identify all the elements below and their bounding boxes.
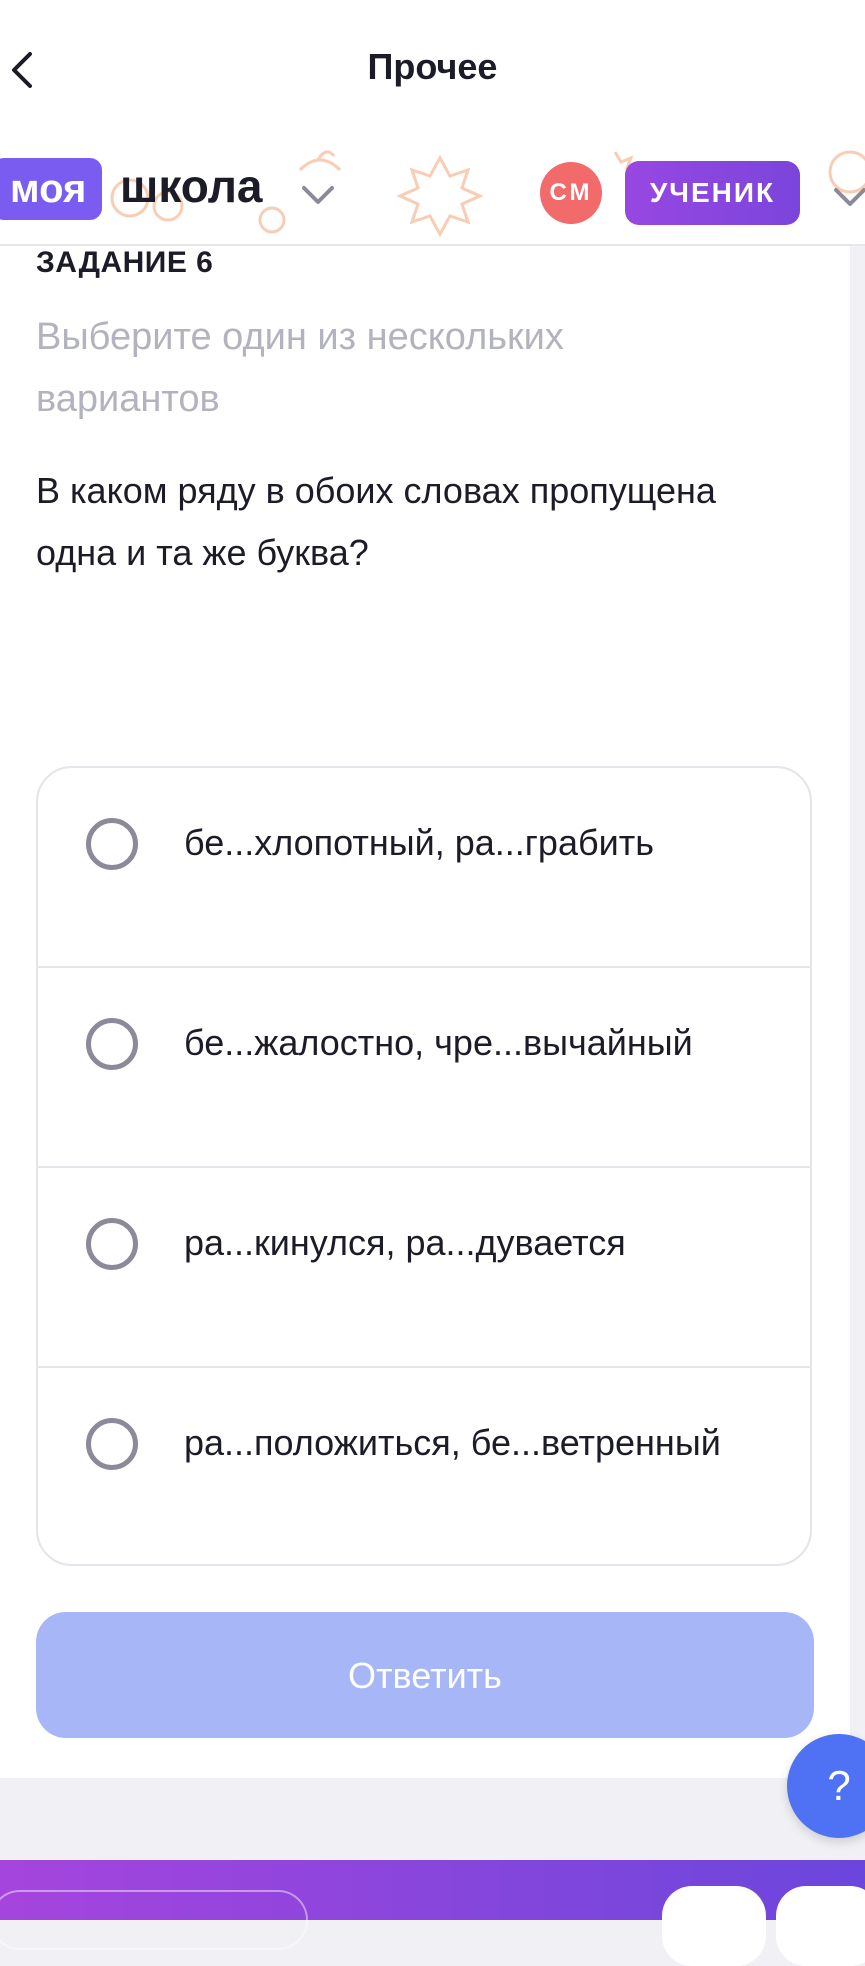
option-label: бе...хлопотный, ра...грабить — [184, 822, 654, 863]
task-hint: Выберите один из нескольких вариантов — [36, 316, 564, 420]
avatar[interactable]: СМ — [540, 162, 602, 224]
option-label: ра...кинулся, ра...дувается — [184, 1222, 626, 1263]
radio-button[interactable] — [86, 1218, 138, 1270]
radio-button[interactable] — [86, 1018, 138, 1070]
task-card: ЗАДАНИЕ 6 Выберите один из нескольких ва… — [0, 246, 850, 1778]
school-header: моя школа СМ УЧЕНИК — [0, 140, 865, 246]
option-label: бе...жалостно, чре...вычайный — [184, 1022, 693, 1063]
chevron-down-icon[interactable] — [832, 186, 865, 208]
answer-option[interactable]: бе...хлопотный, ра...грабить — [38, 768, 810, 968]
top-nav-bar: Прочее — [0, 0, 865, 140]
bottom-action-button[interactable] — [776, 1886, 865, 1966]
radio-button[interactable] — [86, 818, 138, 870]
answer-button[interactable]: Ответить — [36, 1612, 814, 1738]
logo-shkola: школа — [120, 160, 263, 212]
radio-button[interactable] — [86, 1418, 138, 1470]
answer-options: бе...хлопотный, ра...грабить бе...жалост… — [36, 766, 812, 1566]
option-label: ра...положиться, бе...ветренный — [184, 1422, 721, 1463]
logo-moya: моя — [0, 158, 103, 220]
question-text: В каком ряду в обоих словах пропущена од… — [36, 470, 716, 573]
answer-option[interactable]: бе...жалостно, чре...вычайный — [38, 968, 810, 1168]
role-badge[interactable]: УЧЕНИК — [625, 161, 800, 225]
question-icon: ? — [827, 1762, 851, 1809]
task-number: ЗАДАНИЕ 6 — [36, 246, 214, 279]
answer-option[interactable]: ра...положиться, бе...ветренный — [38, 1368, 810, 1564]
bottom-input-pill[interactable] — [0, 1890, 308, 1950]
page-title: Прочее — [367, 46, 498, 87]
bottom-bar — [0, 1860, 865, 1966]
chevron-down-icon[interactable] — [300, 184, 336, 206]
bottom-action-button[interactable] — [662, 1886, 766, 1966]
answer-option[interactable]: ра...кинулся, ра...дувается — [38, 1168, 810, 1368]
